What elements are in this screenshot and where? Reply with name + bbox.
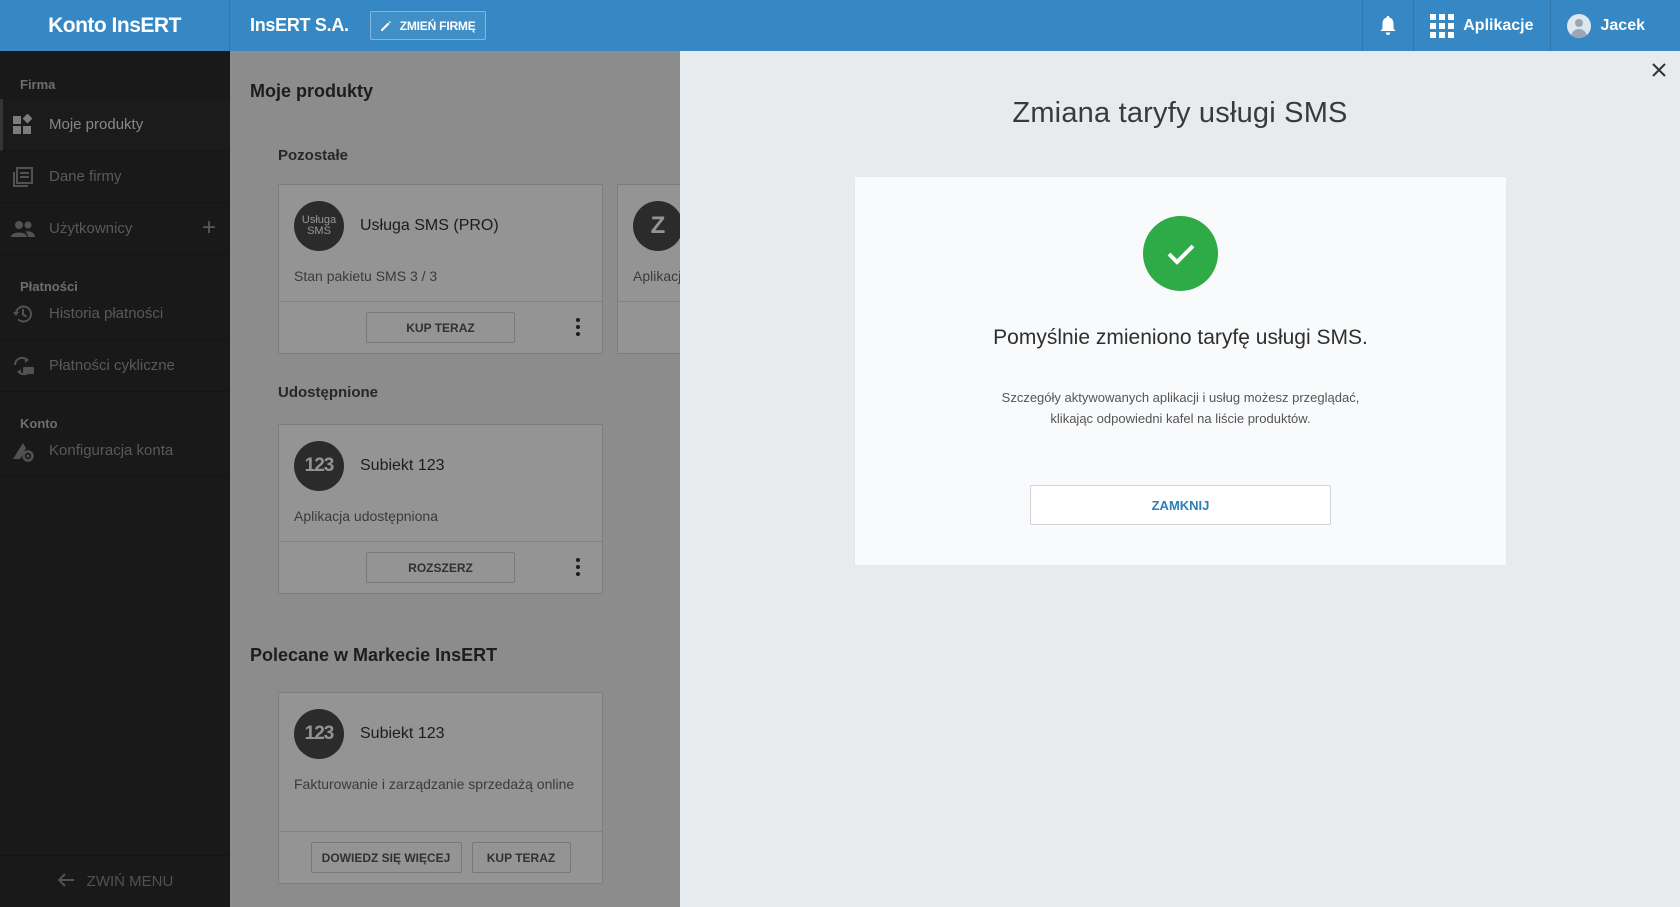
modal-backdrop[interactable]: [0, 51, 680, 907]
bell-icon: [1380, 15, 1396, 35]
brand-logo[interactable]: Konto InsERT: [0, 0, 230, 51]
close-dialog-button[interactable]: ZAMKNIJ: [1030, 485, 1331, 525]
top-bar: Konto InsERT InsERT S.A. ZMIEŃ FIRMĘ Apl…: [0, 0, 1680, 51]
success-description: Szczegóły aktywowanych aplikacji i usług…: [1001, 390, 1360, 426]
apps-grid-icon: [1430, 13, 1455, 38]
user-menu[interactable]: Jacek: [1549, 0, 1680, 51]
success-heading: Pomyślnie zmieniono taryfę usługi SMS.: [993, 326, 1368, 349]
close-icon: [1652, 63, 1666, 77]
success-dialog: Pomyślnie zmieniono taryfę usługi SMS. S…: [855, 177, 1506, 565]
side-panel: Zmiana taryfy usługi SMS Pomyślnie zmien…: [680, 51, 1680, 907]
apps-label: Aplikacje: [1463, 16, 1534, 34]
company-name: InsERT S.A.: [250, 15, 349, 35]
user-name: Jacek: [1600, 16, 1646, 34]
success-check-icon: [1143, 216, 1218, 291]
notifications-button[interactable]: [1362, 0, 1413, 51]
pencil-icon: [380, 20, 391, 31]
panel-title: Zmiana taryfy usługi SMS: [1012, 97, 1348, 129]
close-panel-button[interactable]: [1648, 59, 1670, 81]
top-right-actions: Aplikacje Jacek: [1362, 0, 1680, 51]
change-company-button[interactable]: ZMIEŃ FIRMĘ: [369, 11, 486, 40]
avatar: [1566, 13, 1591, 38]
apps-menu[interactable]: Aplikacje: [1413, 0, 1549, 51]
change-company-label: ZMIEŃ FIRMĘ: [399, 18, 476, 33]
